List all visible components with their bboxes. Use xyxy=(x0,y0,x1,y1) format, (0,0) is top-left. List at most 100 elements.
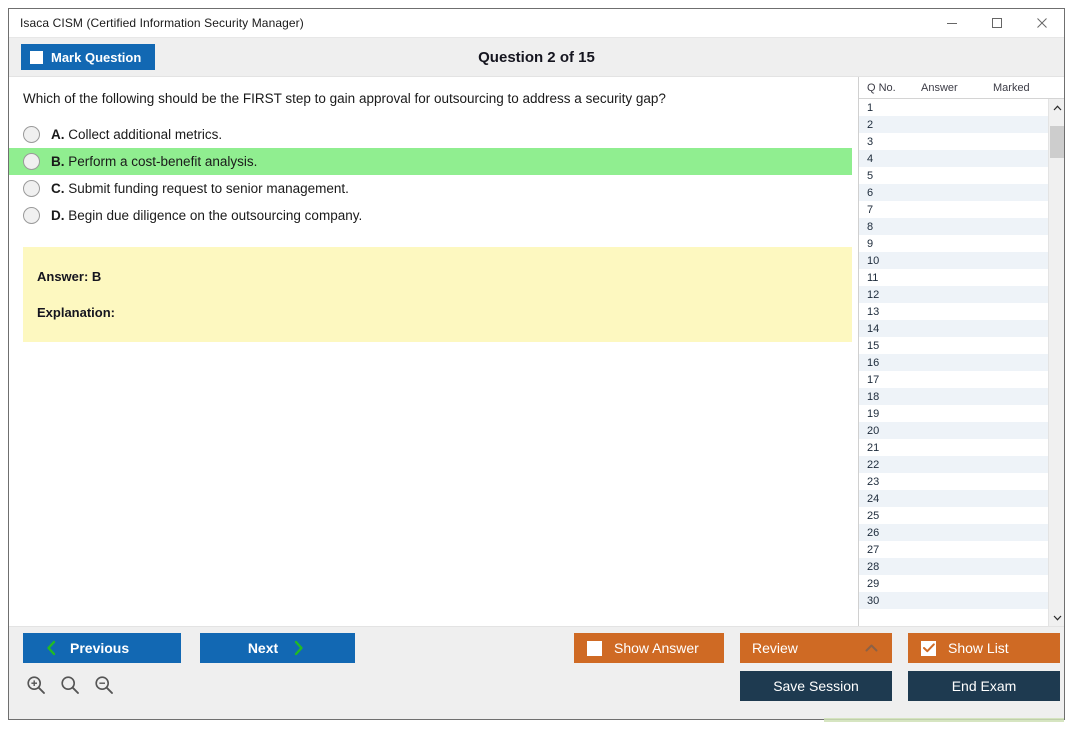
zoom-reset-icon[interactable] xyxy=(60,675,80,695)
column-header-marked: Marked xyxy=(993,81,1030,94)
question-list-row[interactable]: 5 xyxy=(859,167,1048,184)
question-list-row[interactable]: 9 xyxy=(859,235,1048,252)
answer-option-a[interactable]: A. Collect additional metrics. xyxy=(9,121,858,148)
question-list-row[interactable]: 18 xyxy=(859,388,1048,405)
cell-question-number: 21 xyxy=(867,441,880,454)
radio-button[interactable] xyxy=(23,207,40,225)
chevron-up-icon xyxy=(1053,104,1061,110)
show-answer-checkbox-icon xyxy=(587,640,602,656)
question-list-row[interactable]: 3 xyxy=(859,133,1048,150)
question-list-row[interactable]: 12 xyxy=(859,286,1048,303)
next-button[interactable]: Next xyxy=(200,633,355,663)
window-title: Isaca CISM (Certified Information Securi… xyxy=(20,16,304,30)
show-answer-button[interactable]: Show Answer xyxy=(574,633,724,663)
review-dropdown[interactable]: Review xyxy=(740,633,892,663)
cell-question-number: 27 xyxy=(867,543,880,556)
question-list-row[interactable]: 6 xyxy=(859,184,1048,201)
question-list-row[interactable]: 10 xyxy=(859,252,1048,269)
question-list-row[interactable]: 17 xyxy=(859,371,1048,388)
cell-question-number: 1 xyxy=(867,101,874,114)
review-label: Review xyxy=(752,640,798,656)
review-caret xyxy=(865,644,878,652)
answer-label: Answer: B xyxy=(37,269,102,285)
question-list-row[interactable]: 28 xyxy=(859,558,1048,575)
question-list-scrollbar[interactable] xyxy=(1048,99,1064,626)
answer-option-label: D. Begin due diligence on the outsourcin… xyxy=(51,208,362,223)
show-answer-label: Show Answer xyxy=(614,640,699,656)
end-exam-button[interactable]: End Exam xyxy=(908,671,1060,701)
question-list-row[interactable]: 15 xyxy=(859,337,1048,354)
mark-question-button[interactable]: Mark Question xyxy=(21,44,156,70)
question-list-row[interactable]: 4 xyxy=(859,150,1048,167)
answer-option-text: Submit funding request to senior managem… xyxy=(68,181,349,197)
cell-question-number: 8 xyxy=(867,220,874,233)
answer-explanation-box: Answer: B Explanation: xyxy=(23,247,852,343)
minimize-button[interactable] xyxy=(929,9,974,37)
show-list-label: Show List xyxy=(948,640,1009,656)
answer-option-text: Begin due diligence on the outsourcing c… xyxy=(68,208,363,224)
question-list-panel: Q No. Answer Marked 1 2 3 4 5 6 7 8 9 10 11 12 13 14 1… xyxy=(858,77,1064,626)
cell-question-number: 29 xyxy=(867,577,880,590)
application-window: Isaca CISM (Certified Information Securi… xyxy=(8,8,1065,722)
radio-button[interactable] xyxy=(23,153,40,171)
zoom-out-icon[interactable] xyxy=(94,675,114,695)
question-list-row[interactable]: 20 xyxy=(859,422,1048,439)
question-list-row[interactable]: 22 xyxy=(859,456,1048,473)
answer-option-text: Perform a cost-benefit analysis. xyxy=(68,154,258,170)
main-content: Which of the following should be the FIR… xyxy=(9,77,1064,626)
answer-option-b[interactable]: B. Perform a cost-benefit analysis. xyxy=(9,148,852,176)
scroll-down-button[interactable] xyxy=(1049,609,1064,626)
question-list-row[interactable]: 7 xyxy=(859,201,1048,218)
question-list-row[interactable]: 14 xyxy=(859,320,1048,337)
answer-option-c[interactable]: C. Submit funding request to senior mana… xyxy=(9,175,858,202)
maximize-button[interactable] xyxy=(974,9,1019,37)
answer-option-d[interactable]: D. Begin due diligence on the outsourcin… xyxy=(9,202,858,229)
question-list-row[interactable]: 21 xyxy=(859,439,1048,456)
question-list-row[interactable]: 1 xyxy=(859,99,1048,116)
end-exam-label: End Exam xyxy=(951,678,1017,694)
scrollbar-thumb[interactable] xyxy=(1050,126,1064,158)
column-header-qno: Q No. xyxy=(867,81,896,94)
show-list-button[interactable]: Show List xyxy=(908,633,1060,663)
cell-question-number: 14 xyxy=(867,322,880,335)
answer-option-letter: C. xyxy=(51,181,65,197)
answer-options-list: A. Collect additional metrics. B. Perform… xyxy=(9,121,858,229)
question-counter: Question 2 of 15 xyxy=(478,48,595,66)
question-list-row[interactable]: 27 xyxy=(859,541,1048,558)
radio-button[interactable] xyxy=(23,180,40,198)
question-list-row[interactable]: 26 xyxy=(859,524,1048,541)
column-header-answer: Answer xyxy=(921,81,958,94)
answer-option-letter: D. xyxy=(51,208,65,224)
chevron-up-icon xyxy=(865,644,878,652)
zoom-in-icon[interactable] xyxy=(26,675,46,695)
cell-question-number: 12 xyxy=(867,288,880,301)
question-pane: Which of the following should be the FIR… xyxy=(9,77,858,626)
cell-question-number: 7 xyxy=(867,203,874,216)
question-list-row[interactable]: 11 xyxy=(859,269,1048,286)
question-list-row[interactable]: 30 xyxy=(859,592,1048,609)
cell-question-number: 4 xyxy=(867,152,874,165)
cell-question-number: 15 xyxy=(867,339,880,352)
window-controls xyxy=(929,9,1064,37)
close-button[interactable] xyxy=(1019,9,1064,37)
cell-question-number: 5 xyxy=(867,169,874,182)
question-list-row[interactable]: 16 xyxy=(859,354,1048,371)
zoom-controls xyxy=(26,675,114,695)
scroll-up-button[interactable] xyxy=(1049,99,1064,116)
question-list-row[interactable]: 23 xyxy=(859,473,1048,490)
question-list-row[interactable]: 8 xyxy=(859,218,1048,235)
question-list-row[interactable]: 19 xyxy=(859,405,1048,422)
maximize-icon xyxy=(991,18,1002,28)
question-list-row[interactable]: 25 xyxy=(859,507,1048,524)
cell-question-number: 9 xyxy=(867,237,874,250)
question-text: Which of the following should be the FIR… xyxy=(23,91,666,106)
question-list-row[interactable]: 2 xyxy=(859,116,1048,133)
question-list-row[interactable]: 13 xyxy=(859,303,1048,320)
save-session-button[interactable]: Save Session xyxy=(740,671,892,701)
radio-button[interactable] xyxy=(23,126,40,144)
question-list-row[interactable]: 29 xyxy=(859,575,1048,592)
show-list-checkbox-icon xyxy=(921,640,936,656)
cell-question-number: 30 xyxy=(867,594,880,607)
previous-button[interactable]: Previous xyxy=(23,633,181,663)
question-list-row[interactable]: 24 xyxy=(859,490,1048,507)
